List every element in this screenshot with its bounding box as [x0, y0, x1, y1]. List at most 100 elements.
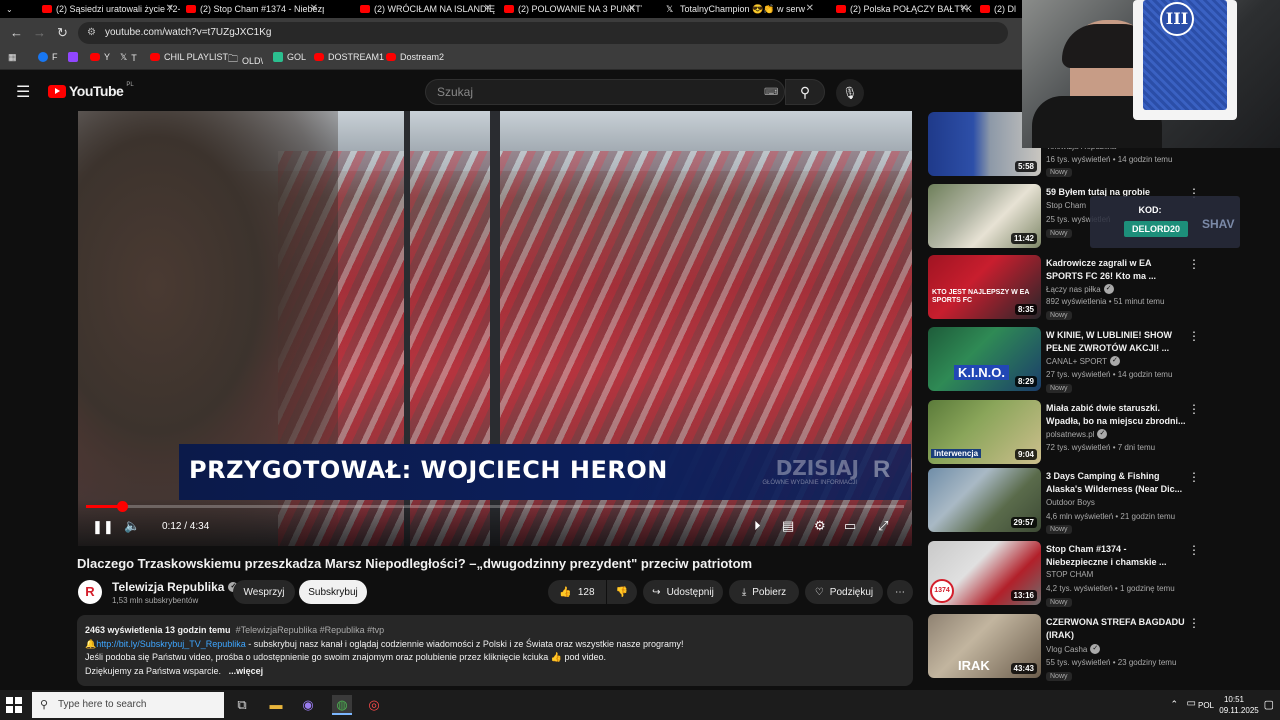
voice-search-button[interactable]: 🎙 [836, 79, 864, 107]
browser-tab[interactable]: (2) Polska POŁĄCZY BAŁTYK z ...✕ [830, 0, 974, 18]
notification-icon[interactable]: ▢ [1264, 698, 1274, 711]
video-thumbnail[interactable]: K.I.N.O. 8:29 [928, 327, 1041, 391]
video-player[interactable]: PRZYGOTOWAŁ: WOJCIECH HERON DZISIAJ GŁÓW… [78, 111, 912, 546]
windows-start-icon[interactable] [6, 697, 22, 713]
more-actions-button[interactable]: ⋯ [887, 580, 913, 604]
bookmark-item[interactable]: GOL [273, 52, 306, 62]
close-icon[interactable]: ✕ [960, 3, 968, 14]
recommended-video[interactable]: 29:57 3 Days Camping & Fishing Alaska's … [928, 468, 1238, 534]
browser-tab[interactable]: (2) WRÓCIŁAM NA ISLANDIĘ | ... ✕ [354, 0, 498, 18]
recommended-video[interactable]: IRAK 43:43 CZERWONA STREFA BAGDADU (IRAK… [928, 614, 1238, 681]
download-button[interactable]: ⤓ Pobierz [729, 580, 799, 604]
browser-tab[interactable]: (2) POLOWANIE NA 3 PUNKTY |...✕ [498, 0, 642, 18]
keyboard-icon[interactable]: ⌨ [764, 81, 778, 105]
settings-icon[interactable]: ⚙ [814, 518, 826, 534]
clock-date[interactable]: 09.11.2025 [1216, 706, 1262, 715]
video-thumbnail[interactable]: Interwencja 9:04 [928, 400, 1041, 464]
share-button[interactable]: ↪ Udostępnij [643, 580, 723, 604]
network-icon[interactable]: ▭ [1187, 698, 1196, 709]
channel-name[interactable]: Łączy nas piłka ✓ [1046, 284, 1114, 294]
miniplayer-icon[interactable]: ▭ [844, 518, 856, 534]
progress-knob[interactable] [116, 501, 128, 512]
subtitles-icon[interactable]: ▤ [782, 518, 794, 534]
close-icon[interactable]: ✕ [628, 3, 636, 14]
channel-name[interactable]: CANAL+ SPORT ✓ [1046, 356, 1120, 366]
autoplay-toggle[interactable]: ⏵ [754, 518, 761, 534]
fullscreen-icon[interactable]: ⤢ [878, 518, 888, 534]
clock-time[interactable]: 10:51 [1216, 695, 1252, 704]
thanks-button[interactable]: ♡ Podziękuj [805, 580, 883, 604]
channel-name[interactable]: Telewizja Republika✓ [112, 580, 239, 594]
file-explorer-icon[interactable]: ▬ [266, 695, 286, 715]
chrome-icon[interactable]: ◍ [332, 695, 352, 715]
more-icon[interactable]: ⋮ [1188, 470, 1200, 484]
channel-name[interactable]: polsatnews.pl ✓ [1046, 429, 1108, 439]
close-icon[interactable]: ✕ [310, 3, 318, 14]
url-bar[interactable]: ⚙ youtube.com/watch?v=t7UZgJXC1Kg [78, 22, 1008, 44]
recommended-video[interactable]: KTO JEST NAJLEPSZY W EA SPORTS FC 8:35 K… [928, 255, 1238, 320]
youtube-icon [90, 53, 100, 61]
more-icon[interactable]: ⋮ [1188, 616, 1200, 630]
recommended-video[interactable]: K.I.N.O. 8:29 W KINIE, W LUBLINIE! SHOW … [928, 327, 1238, 393]
forward-icon[interactable]: → [33, 25, 46, 40]
like-button[interactable]: 👍 128 [548, 580, 606, 604]
bookmark-item[interactable]: F [38, 52, 58, 62]
reload-icon[interactable]: ↻ [57, 25, 68, 41]
video-thumbnail[interactable]: 29:57 [928, 468, 1041, 532]
youtube-icon [42, 5, 52, 13]
bookmark-item[interactable]: DOSTREAM1 [314, 52, 384, 62]
task-view-icon[interactable]: ⧉ [232, 695, 252, 715]
more-icon[interactable]: ⋮ [1188, 329, 1200, 343]
close-icon[interactable]: ✕ [806, 3, 814, 14]
bookmark-item[interactable]: 𝕏T [120, 52, 137, 63]
volume-icon[interactable]: 🔈 [124, 518, 140, 534]
language-indicator[interactable]: POL [1198, 701, 1214, 710]
channel-avatar[interactable]: R [78, 580, 102, 604]
close-icon[interactable]: ✕ [166, 3, 174, 14]
chevron-up-icon[interactable]: ⌃ [1170, 699, 1178, 710]
channel-name[interactable]: Vlog Casha ✓ [1046, 644, 1101, 654]
progress-bar[interactable] [86, 501, 904, 512]
video-thumbnail[interactable]: 11:42 [928, 184, 1041, 248]
join-button[interactable]: Wesprzyj [233, 580, 295, 604]
obs-icon[interactable]: ◎ [364, 695, 384, 715]
browser-tab[interactable]: (2) Sąsiedzi uratowali życie 72-l ✕ [36, 0, 180, 18]
description-box[interactable]: 2463 wyświetlenia 13 godzin temu #Telewi… [77, 615, 913, 686]
discord-icon[interactable]: ◉ [298, 695, 318, 715]
channel-name[interactable]: Stop Cham [1046, 201, 1086, 210]
search-button[interactable]: ⚲ [785, 79, 825, 105]
dislike-button[interactable]: 👎 [607, 580, 637, 604]
apps-icon[interactable]: ▦ [8, 52, 17, 63]
youtube-logo[interactable]: YouTube PL [48, 82, 134, 99]
channel-name[interactable]: Outdoor Boys [1046, 498, 1095, 507]
video-thumbnail[interactable]: KTO JEST NAJLEPSZY W EA SPORTS FC 8:35 [928, 255, 1041, 319]
bookmark-item[interactable]: CHIL PLAYLIST [150, 52, 228, 62]
back-icon[interactable]: ← [10, 25, 23, 40]
more-icon[interactable]: ⋮ [1188, 543, 1200, 557]
search-input[interactable]: Szukaj ⌨ [425, 79, 785, 105]
more-icon[interactable]: ⋮ [1188, 402, 1200, 416]
description-link[interactable]: http://bit.ly/Subskrybuj_TV_Republika [96, 639, 246, 649]
subscribe-button[interactable]: Subskrybuj [299, 580, 367, 604]
bookmark-item[interactable]: Dostream2 [386, 52, 444, 62]
more-icon[interactable]: ⋮ [1188, 257, 1200, 271]
menu-icon[interactable]: ☰ [16, 82, 30, 102]
close-icon[interactable]: ✕ [484, 3, 492, 14]
recommended-video[interactable]: Interwencja 9:04 Miała zabić dwie starus… [928, 400, 1238, 464]
pause-icon[interactable]: ❚❚ [92, 519, 114, 535]
show-more-link[interactable]: ...więcej [229, 666, 264, 676]
browser-tab[interactable]: (2) Dl [974, 0, 1022, 18]
bookmark-item[interactable]: Y [90, 52, 110, 62]
site-info-icon[interactable]: ⚙ [87, 22, 96, 44]
bookmark-item[interactable]: 🗀 OLD\ [228, 52, 263, 69]
recommended-video[interactable]: 1374 13:16 Stop Cham #1374 - Niebezpiecz… [928, 541, 1238, 607]
browser-tab[interactable]: (2) Stop Cham #1374 - Niebezpi ✕ [180, 0, 324, 18]
bookmark-item[interactable] [68, 52, 78, 62]
video-thumbnail[interactable]: 1374 13:16 [928, 541, 1041, 605]
channel-name[interactable]: STOP CHAM [1046, 570, 1093, 579]
browser-tab[interactable]: 𝕏 TotalnyChampion 😎👏 w serw ✕ [660, 0, 820, 18]
video-title: W KINIE, W LUBLINIE! SHOW PEŁNE ZWROTÓW … [1046, 330, 1172, 353]
tab-search-button[interactable]: ⌄ [0, 0, 20, 18]
video-thumbnail[interactable]: IRAK 43:43 [928, 614, 1041, 678]
taskbar-search-input[interactable]: ⚲ Type here to search [32, 692, 224, 718]
